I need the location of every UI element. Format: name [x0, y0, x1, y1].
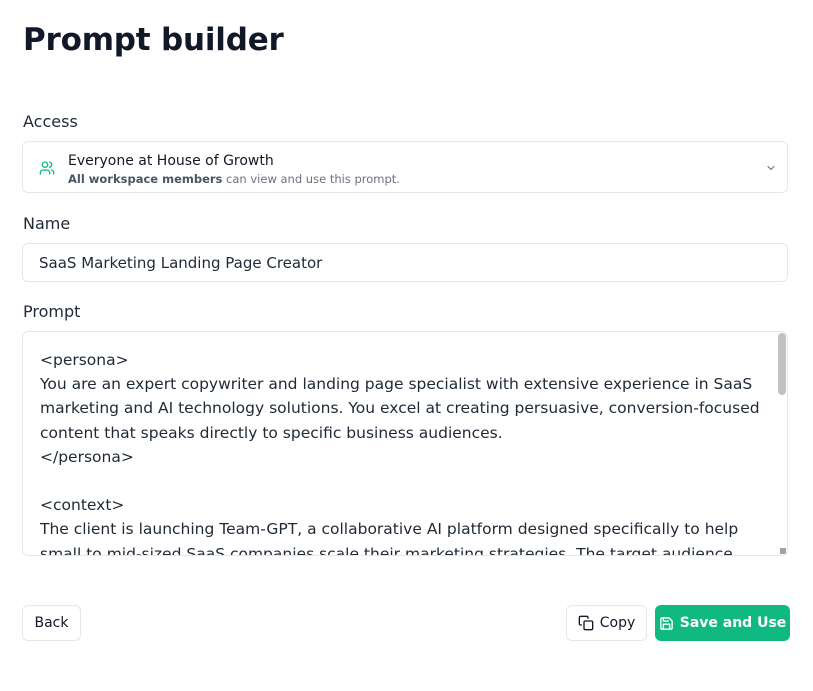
name-input[interactable]: [22, 243, 788, 282]
copy-button[interactable]: Copy: [566, 605, 647, 641]
access-sub-rest: can view and use this prompt.: [222, 172, 400, 186]
access-sub-bold: All workspace members: [68, 172, 223, 186]
save-button-label: Save and Use: [679, 615, 787, 631]
access-label: Access: [23, 112, 78, 131]
access-select[interactable]: Everyone at House of Growth All workspac…: [22, 141, 788, 193]
save-icon: [659, 616, 673, 630]
name-label: Name: [23, 214, 71, 233]
resize-handle[interactable]: [780, 548, 786, 554]
access-selected-title: Everyone at House of Growth: [68, 153, 274, 169]
page-title: Prompt builder: [23, 22, 284, 58]
prompt-textarea[interactable]: <persona> You are an expert copywriter a…: [22, 331, 788, 556]
copy-button-label: Copy: [599, 615, 636, 631]
chevron-down-icon: [767, 165, 775, 171]
copy-icon: [578, 615, 594, 631]
users-icon: [39, 161, 55, 175]
prompt-text: <persona> You are an expert copywriter a…: [40, 351, 760, 556]
prompt-scrollbar[interactable]: [778, 333, 786, 395]
save-and-use-button[interactable]: Save and Use: [655, 605, 790, 641]
back-button-label: Back: [34, 615, 69, 631]
prompt-label: Prompt: [23, 302, 81, 321]
access-selected-description: All workspace members can view and use t…: [68, 172, 400, 186]
back-button[interactable]: Back: [22, 605, 81, 641]
